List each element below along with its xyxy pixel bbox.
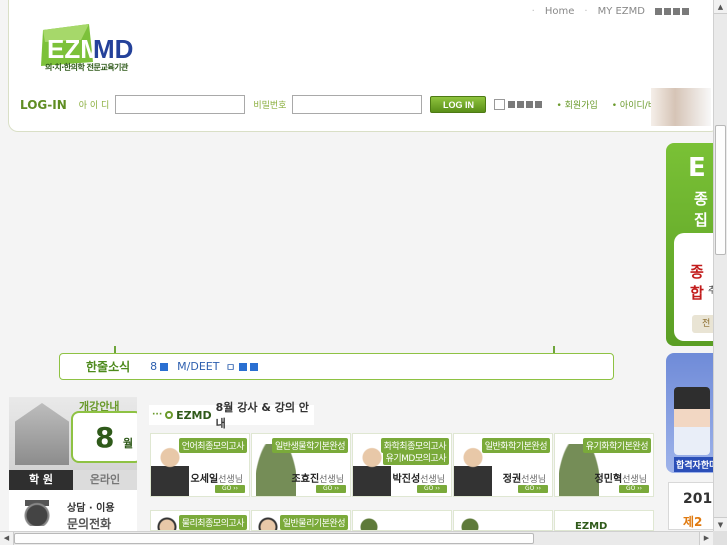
- tab-online[interactable]: 온라인: [73, 470, 137, 490]
- lecture-card[interactable]: [453, 510, 553, 531]
- news-item-link[interactable]: 8 M/DEET ㅁ: [150, 359, 258, 375]
- course-label: 언어최종모의고사: [178, 438, 247, 453]
- checkbox-label-glyphs: [508, 101, 543, 108]
- go-button[interactable]: GO ››: [316, 485, 346, 493]
- my-ezmd-link[interactable]: MY EZMD: [598, 6, 645, 17]
- graduate-image: [674, 387, 710, 455]
- top-links: · Home · MY EZMD: [532, 6, 689, 17]
- lecture-card[interactable]: 일반화학기본완성 정권선생님 GO ››: [453, 433, 553, 497]
- teacher-name: 정권선생님: [502, 474, 546, 485]
- contact-line1: 상담 · 이용: [67, 503, 115, 514]
- side-banner-2011[interactable]: 2011 제2회: [668, 482, 722, 545]
- mini-logo: EZMD: [575, 521, 608, 531]
- news-title: 한줄소식: [86, 360, 131, 374]
- home-link[interactable]: Home: [545, 6, 575, 17]
- scroll-left-icon[interactable]: ◀: [0, 532, 14, 545]
- scrollbar-corner: [713, 531, 727, 545]
- broken-glyphs: [655, 8, 689, 15]
- open-info-banner[interactable]: 개강안내 8 월: [9, 397, 137, 470]
- password-label: 비밀번호: [253, 101, 287, 111]
- lecture-heading: ··· EZMD 8월 강사 & 강의 안내: [149, 401, 314, 430]
- lecture-card[interactable]: 화학최종모의고사 유기MD모의고사 박진성선생님 GO ››: [352, 433, 452, 497]
- vertical-scroll-thumb[interactable]: [715, 125, 726, 255]
- pass-reviews-label: 합격자한마: [674, 457, 714, 472]
- go-button[interactable]: GO ››: [215, 485, 245, 493]
- teacher-photo: [256, 515, 280, 530]
- contact-line2: 문의전화: [67, 517, 112, 531]
- side-banner-main[interactable]: E 종 집 종합 추 전: [666, 143, 714, 346]
- login-button[interactable]: LOG IN: [430, 96, 487, 113]
- vertical-scrollbar[interactable]: ▲ ▼: [713, 0, 727, 531]
- phone-icon: [17, 496, 57, 526]
- tab-academy[interactable]: 학 원: [9, 470, 73, 490]
- lecture-card[interactable]: 일반생물학기본완성 조효진선생님 GO ››: [251, 433, 351, 497]
- save-id-checkbox[interactable]: [494, 99, 506, 110]
- course-label: 일반물리기본완성: [279, 515, 348, 530]
- scroll-up-icon[interactable]: ▲: [714, 0, 727, 14]
- month-box: 8 월: [71, 411, 137, 463]
- lecture-card[interactable]: 언어최종모의고사 오세일선생님 GO ››: [150, 433, 250, 497]
- lecture-card[interactable]: 유기화학기본완성 정민혁선생님 GO ››: [554, 433, 654, 497]
- side-banner-pass-reviews[interactable]: 합격자한마: [666, 353, 714, 473]
- site-header: · Home · MY EZMD EZMD MD 의·치·한의학 전문교육기관 …: [8, 0, 720, 132]
- login-title: LOG-IN: [20, 97, 67, 112]
- teacher-silhouette: [357, 515, 381, 530]
- teacher-name: 오세일선생님: [190, 474, 243, 485]
- scroll-right-icon[interactable]: ▶: [699, 532, 713, 545]
- contact-tabs: 학 원 온라인: [9, 470, 137, 490]
- news-bar: 한줄소식 8 M/DEET ㅁ: [59, 353, 614, 380]
- scroll-down-icon[interactable]: ▼: [714, 517, 727, 531]
- course-label: 일반화학기본완성: [481, 438, 550, 453]
- course-label: 유기화학기본완성: [582, 438, 651, 453]
- lecture-cards-row2: 물리최종모의고사 일반물리기본완성 EZMD: [150, 510, 654, 531]
- horizontal-scrollbar[interactable]: ◀ ▶: [0, 531, 713, 545]
- course-label-secondary: 유기MD모의고사: [382, 450, 449, 465]
- course-label: 일반생물학기본완성: [271, 438, 348, 453]
- month-unit: 월: [123, 437, 134, 450]
- login-bar: LOG-IN 아 이 디 비밀번호 LOG IN • 회원가입 • 아이디/비밀…: [20, 95, 700, 114]
- password-input[interactable]: [292, 95, 423, 114]
- building-image: [15, 403, 69, 465]
- ring-icon: [165, 411, 174, 419]
- go-button[interactable]: GO ››: [518, 485, 548, 493]
- id-label: 아 이 디: [78, 101, 110, 111]
- lecture-card[interactable]: 일반물리기본완성: [251, 510, 351, 531]
- lecture-card[interactable]: 물리최종모의고사: [150, 510, 250, 531]
- header-promo-photo: [651, 88, 711, 126]
- lecture-card[interactable]: [352, 510, 452, 531]
- contact-box: 상담 · 이용 문의전화: [9, 490, 137, 532]
- horizontal-scroll-thumb[interactable]: [14, 533, 534, 544]
- svg-text:MD: MD: [93, 34, 133, 64]
- lecture-cards: 언어최종모의고사 오세일선생님 GO ›› 일반생물학기본완성 조효진선생님 G…: [150, 433, 654, 497]
- join-link[interactable]: • 회원가입: [556, 98, 597, 111]
- side-banner-button[interactable]: 전: [692, 315, 714, 333]
- teacher-silhouette: [458, 515, 482, 530]
- go-button[interactable]: GO ››: [619, 485, 649, 493]
- month-number: 8: [95, 421, 115, 454]
- teacher-name: 정민혁선생님: [594, 474, 647, 485]
- lecture-card[interactable]: EZMD: [554, 510, 654, 531]
- id-input[interactable]: [115, 95, 246, 114]
- teacher-name: 박진성선생님: [392, 474, 445, 485]
- course-label: 물리최종모의고사: [178, 515, 247, 530]
- browser-page: · Home · MY EZMD EZMD MD 의·치·한의학 전문교육기관 …: [0, 0, 727, 545]
- teacher-photo: [155, 515, 179, 530]
- logo-subtitle: 의·치·한의학 전문교육기관: [45, 63, 128, 72]
- go-button[interactable]: GO ››: [417, 485, 447, 493]
- teacher-name: 조효진선생님: [291, 474, 344, 485]
